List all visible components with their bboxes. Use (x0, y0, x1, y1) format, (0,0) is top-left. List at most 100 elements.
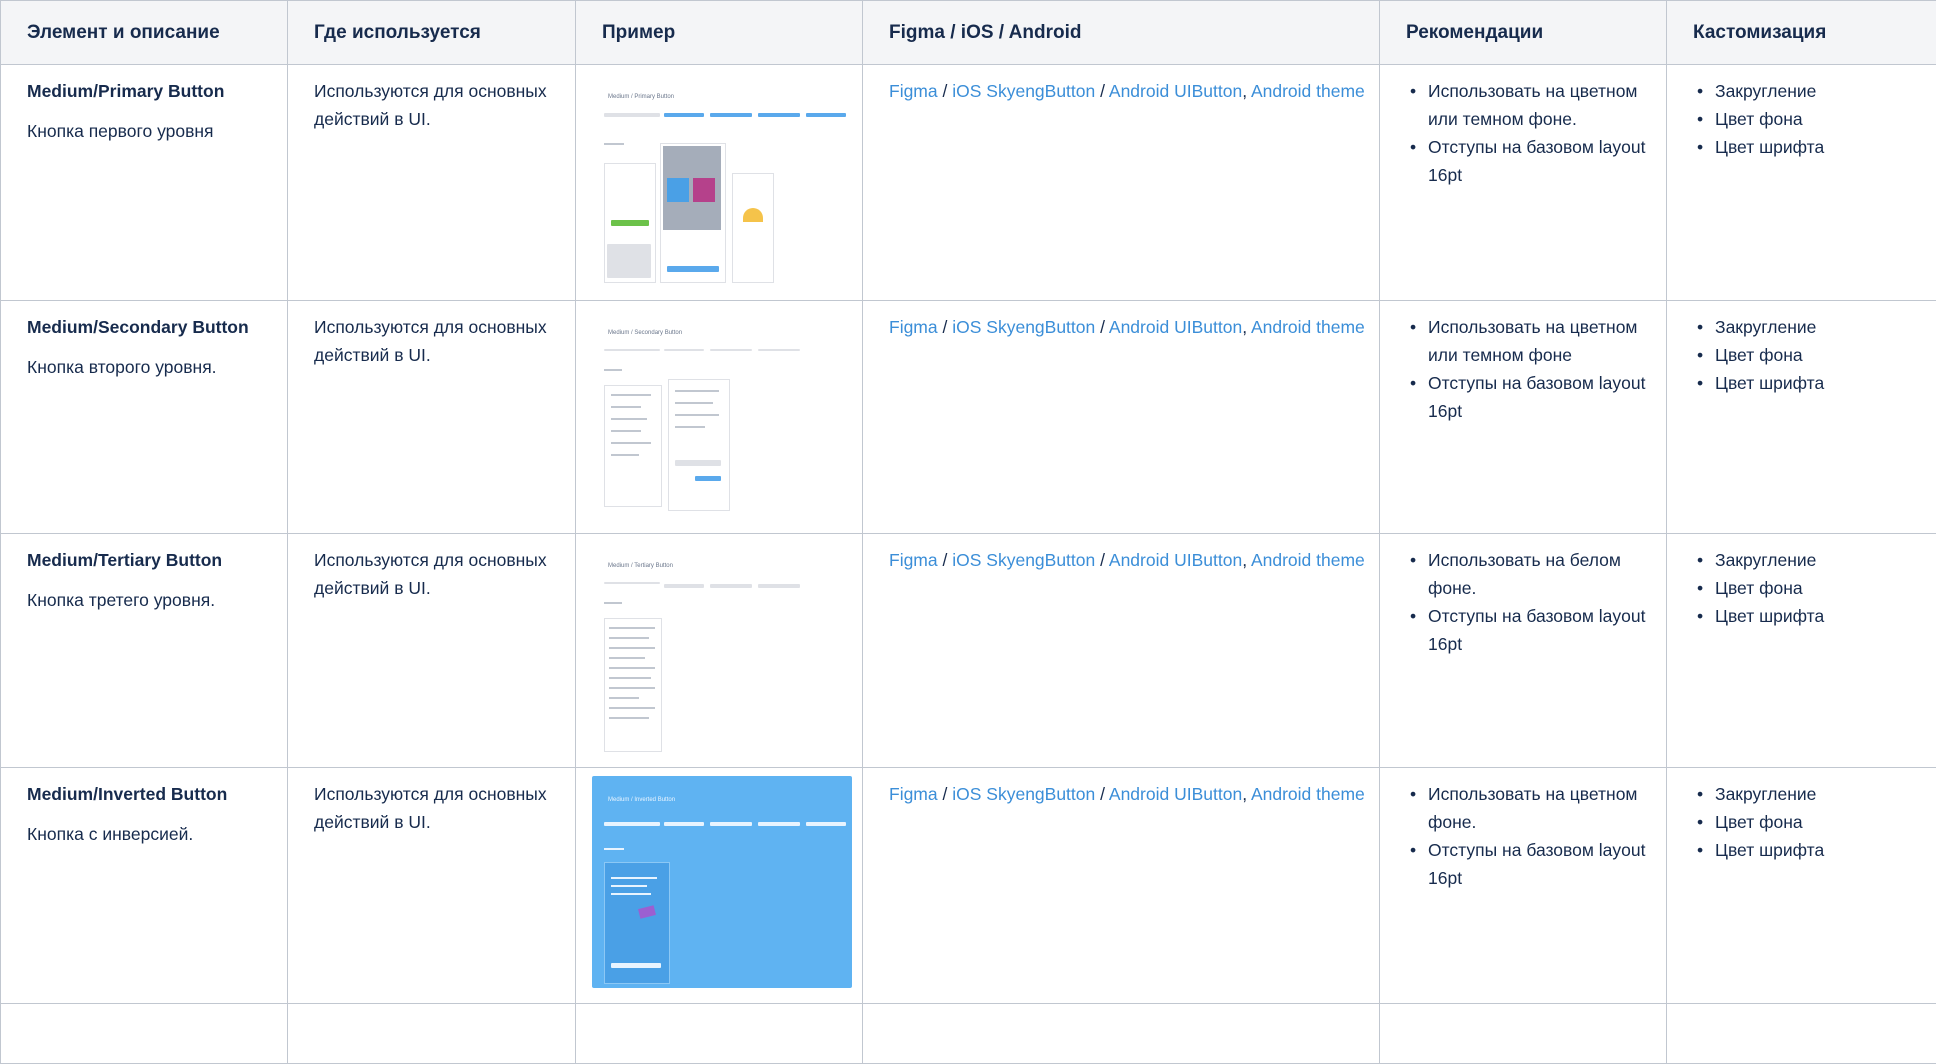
customization-list: Закругление Цвет фона Цвет шрифта (1693, 780, 1926, 864)
android-theme-link[interactable]: Android theme (1251, 550, 1365, 570)
example-cell: Medium / Secondary Button (576, 301, 863, 534)
android-theme-link[interactable]: Android theme (1251, 317, 1365, 337)
header-example: Пример (576, 1, 863, 65)
list-item: Цвет шрифта (1693, 602, 1926, 630)
example-cell: Medium / Tertiary Button (576, 534, 863, 768)
example-thumbnail[interactable]: Medium / Tertiary Button (592, 542, 852, 754)
where-text: Используются для основных действий в UI. (314, 81, 547, 129)
ios-link[interactable]: iOS SkyengButton (952, 81, 1095, 101)
customization-cell: Закругление Цвет фона Цвет шрифта (1667, 65, 1936, 301)
header-element: Элемент и описание (1, 1, 288, 65)
element-description: Кнопка второго уровня. (27, 353, 273, 381)
recommendations-list: Использовать на цветном или темном фоне … (1406, 313, 1652, 425)
thumbnail-title: Medium / Inverted Button (608, 786, 675, 814)
android-link[interactable]: Android UIButton (1109, 317, 1242, 337)
platforms-cell: Figma / iOS SkyengButton / Android UIBut… (863, 768, 1380, 1004)
recommendations-cell: Использовать на цветном фоне. Отступы на… (1380, 768, 1667, 1004)
empty-cell (863, 1004, 1380, 1064)
recommendations-list: Использовать на цветном или темном фоне.… (1406, 77, 1652, 189)
header-customization: Кастомизация (1667, 1, 1936, 65)
android-theme-link[interactable]: Android theme (1251, 784, 1365, 804)
customization-list: Закругление Цвет фона Цвет шрифта (1693, 77, 1926, 161)
customization-cell: Закругление Цвет фона Цвет шрифта (1667, 534, 1936, 768)
recommendations-cell: Использовать на цветном или темном фоне … (1380, 301, 1667, 534)
table-row: Medium/Secondary Button Кнопка второго у… (1, 301, 1936, 534)
table-row: Medium/Primary Button Кнопка первого уро… (1, 65, 1936, 301)
list-item: Цвет фона (1693, 105, 1926, 133)
element-name: Medium/Primary Button (27, 77, 273, 105)
platforms-cell: Figma / iOS SkyengButton / Android UIBut… (863, 65, 1380, 301)
list-item: Закругление (1693, 780, 1926, 808)
element-cell: Medium/Primary Button Кнопка первого уро… (1, 65, 288, 301)
list-item: Цвет фона (1693, 574, 1926, 602)
thumbnail-title: Medium / Primary Button (608, 83, 674, 111)
element-cell: Medium/Secondary Button Кнопка второго у… (1, 301, 288, 534)
thumbnail-title: Medium / Secondary Button (608, 319, 682, 347)
list-item: Отступы на базовом layout 16pt (1406, 836, 1652, 892)
list-item: Закругление (1693, 77, 1926, 105)
list-item: Отступы на базовом layout 16pt (1406, 602, 1652, 658)
figma-link[interactable]: Figma (889, 550, 938, 570)
empty-cell (288, 1004, 576, 1064)
where-text: Используются для основных действий в UI. (314, 550, 547, 598)
where-text: Используются для основных действий в UI. (314, 317, 547, 365)
recommendations-cell: Использовать на белом фоне. Отступы на б… (1380, 534, 1667, 768)
element-description: Кнопка третего уровня. (27, 586, 273, 614)
where-cell: Используются для основных действий в UI. (288, 65, 576, 301)
figma-link[interactable]: Figma (889, 317, 938, 337)
recommendations-cell: Использовать на цветном или темном фоне.… (1380, 65, 1667, 301)
header-where: Где используется (288, 1, 576, 65)
list-item: Закругление (1693, 313, 1926, 341)
figma-link[interactable]: Figma (889, 81, 938, 101)
element-cell: Medium/Inverted Button Кнопка с инверсие… (1, 768, 288, 1004)
platforms-cell: Figma / iOS SkyengButton / Android UIBut… (863, 534, 1380, 768)
customization-cell: Закругление Цвет фона Цвет шрифта (1667, 768, 1936, 1004)
ios-link[interactable]: iOS SkyengButton (952, 317, 1095, 337)
empty-cell (1667, 1004, 1936, 1064)
empty-cell (1380, 1004, 1667, 1064)
list-item: Отступы на базовом layout 16pt (1406, 133, 1652, 189)
example-thumbnail[interactable]: Medium / Primary Button (592, 73, 852, 285)
element-description: Кнопка с инверсией. (27, 820, 273, 848)
android-link[interactable]: Android UIButton (1109, 550, 1242, 570)
list-item: Использовать на цветном или темном фоне. (1406, 77, 1652, 133)
android-theme-link[interactable]: Android theme (1251, 81, 1365, 101)
customization-cell: Закругление Цвет фона Цвет шрифта (1667, 301, 1936, 534)
example-cell: Medium / Inverted Button (576, 768, 863, 1004)
android-link[interactable]: Android UIButton (1109, 81, 1242, 101)
table-row (1, 1004, 1936, 1064)
example-thumbnail[interactable]: Medium / Inverted Button (592, 776, 852, 988)
list-item: Цвет шрифта (1693, 369, 1926, 397)
header-recommendations: Рекомендации (1380, 1, 1667, 65)
customization-list: Закругление Цвет фона Цвет шрифта (1693, 313, 1926, 397)
list-item: Цвет фона (1693, 808, 1926, 836)
element-name: Medium/Tertiary Button (27, 546, 273, 574)
empty-cell (576, 1004, 863, 1064)
example-cell: Medium / Primary Button (576, 65, 863, 301)
table-header-row: Элемент и описание Где используется Прим… (1, 1, 1936, 65)
ios-link[interactable]: iOS SkyengButton (952, 784, 1095, 804)
where-cell: Используются для основных действий в UI. (288, 301, 576, 534)
where-cell: Используются для основных действий в UI. (288, 768, 576, 1004)
table-row: Medium/Tertiary Button Кнопка третего ур… (1, 534, 1936, 768)
element-cell: Medium/Tertiary Button Кнопка третего ур… (1, 534, 288, 768)
list-item: Закругление (1693, 546, 1926, 574)
example-thumbnail[interactable]: Medium / Secondary Button (592, 309, 852, 521)
list-item: Использовать на белом фоне. (1406, 546, 1652, 602)
components-table: Элемент и описание Где используется Прим… (0, 0, 1936, 1064)
list-item: Цвет фона (1693, 341, 1926, 369)
customization-list: Закругление Цвет фона Цвет шрифта (1693, 546, 1926, 630)
element-name: Medium/Secondary Button (27, 313, 273, 341)
thumbnail-title: Medium / Tertiary Button (608, 552, 673, 580)
table-row: Medium/Inverted Button Кнопка с инверсие… (1, 768, 1936, 1004)
recommendations-list: Использовать на белом фоне. Отступы на б… (1406, 546, 1652, 658)
where-text: Используются для основных действий в UI. (314, 784, 547, 832)
android-link[interactable]: Android UIButton (1109, 784, 1242, 804)
element-name: Medium/Inverted Button (27, 780, 273, 808)
figma-link[interactable]: Figma (889, 784, 938, 804)
list-item: Отступы на базовом layout 16pt (1406, 369, 1652, 425)
empty-cell (1, 1004, 288, 1064)
ios-link[interactable]: iOS SkyengButton (952, 550, 1095, 570)
list-item: Цвет шрифта (1693, 133, 1926, 161)
list-item: Использовать на цветном фоне. (1406, 780, 1652, 836)
